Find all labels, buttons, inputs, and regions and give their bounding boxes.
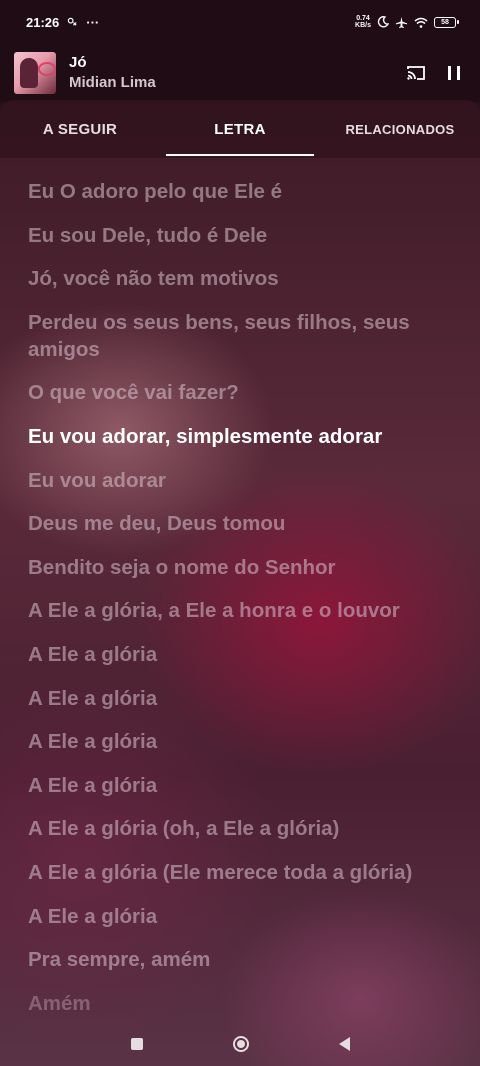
lyric-line[interactable]: Jó, você não tem motivos [28,265,458,292]
notification-icon [68,17,77,26]
lyric-line[interactable]: Eu vou adorar [28,467,458,494]
home-icon[interactable] [232,1036,249,1052]
status-bar: 21:26 ··· 0.74 KB/s 58 [0,0,480,44]
track-artist: Midian Lima [69,73,156,91]
tab-lyrics[interactable]: LETRA [160,100,320,158]
lyric-line[interactable]: Eu sou Dele, tudo é Dele [28,222,458,249]
moon-icon [377,16,389,28]
wifi-icon [414,17,428,28]
lyric-line[interactable]: Amém [28,990,458,1017]
lyric-line[interactable]: A Ele a glória (Ele merece toda a glória… [28,859,458,886]
lyrics-list[interactable]: Eu O adoro pelo que Ele é Eu sou Dele, t… [28,178,458,1033]
battery-icon: 58 [434,16,459,28]
back-icon[interactable] [338,1037,350,1051]
recents-icon[interactable] [130,1038,143,1050]
lyric-line[interactable]: O que você vai fazer? [28,379,458,406]
cast-icon[interactable] [406,65,426,81]
status-time: 21:26 [26,14,60,30]
lyric-line[interactable]: A Ele a glória [28,772,458,799]
lyric-line[interactable]: A Ele a glória [28,685,458,712]
lyric-line-current[interactable]: Eu vou adorar, simplesmente adorar [28,423,458,450]
track-title: Jó [69,53,87,71]
mini-player[interactable]: Jó Midian Lima [0,44,480,102]
lyric-line[interactable]: Eu O adoro pelo que Ele é [28,178,458,205]
lyric-line[interactable]: A Ele a glória [28,728,458,755]
album-art[interactable] [14,52,56,94]
lyric-line[interactable]: A Ele a glória [28,641,458,668]
lyric-line[interactable]: A Ele a glória [28,903,458,930]
lyric-line[interactable]: A Ele a glória (oh, a Ele a glória) [28,815,458,842]
status-left: 21:26 ··· [26,15,99,30]
track-info[interactable]: Jó Midian Lima [69,53,406,94]
lyric-line[interactable]: Perdeu os seus bens, seus filhos, seus a… [28,309,458,363]
status-right: 0.74 KB/s 58 [355,15,459,29]
tab-bar: A SEGUIR LETRA RELACIONADOS [0,100,480,158]
lyric-line[interactable]: Deus me deu, Deus tomou [28,510,458,537]
tab-related[interactable]: RELACIONADOS [320,100,480,158]
pause-icon[interactable] [448,66,460,80]
lyrics-panel: A SEGUIR LETRA RELACIONADOS Eu O adoro p… [0,100,480,1066]
more-notifications-icon: ··· [86,14,100,30]
airplane-icon [395,16,408,28]
lyric-line[interactable]: A Ele a glória, a Ele a honra e o louvor [28,597,458,624]
lyric-line[interactable]: Pra sempre, amém [28,946,458,973]
lyric-line[interactable]: Bendito seja o nome do Senhor [28,554,458,581]
mini-player-controls [406,65,466,81]
tab-up-next[interactable]: A SEGUIR [0,100,160,158]
system-nav-bar [0,1022,480,1066]
network-speed: 0.74 KB/s [355,15,371,29]
